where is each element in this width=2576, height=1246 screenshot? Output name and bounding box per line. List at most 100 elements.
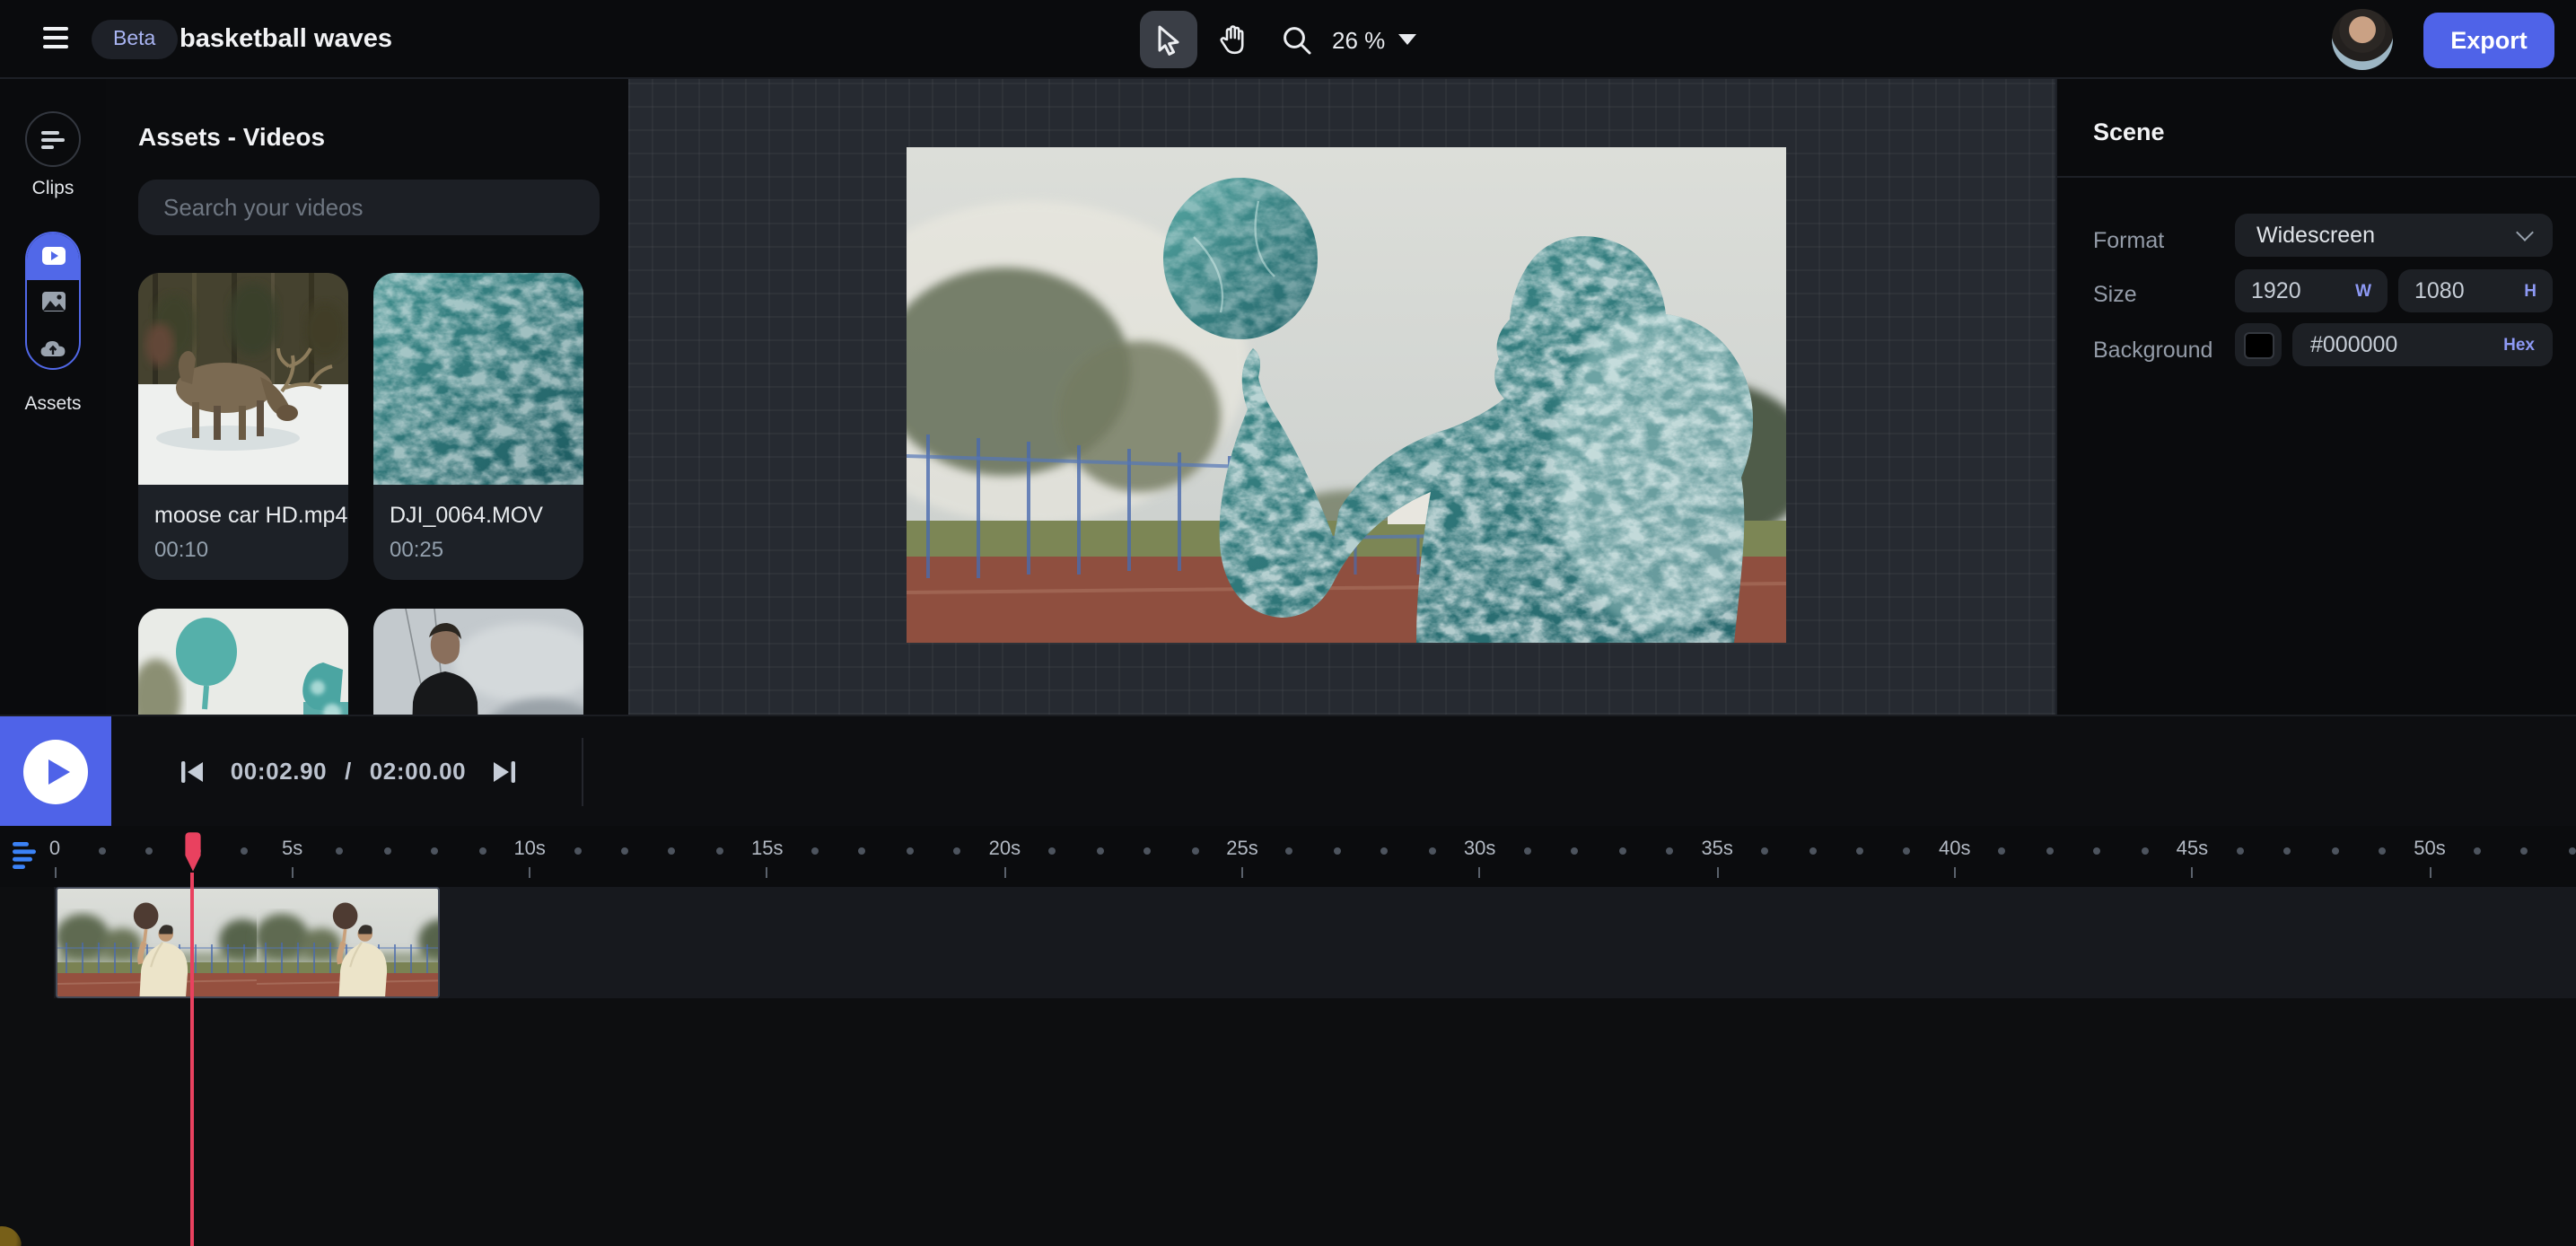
video-asset-card[interactable] bbox=[138, 609, 348, 715]
timeline-ruler[interactable]: 05s10s15s20s25s30s35s40s45s50s bbox=[0, 826, 2576, 887]
ruler-second-dot bbox=[2474, 847, 2481, 855]
video-thumbnail-moose bbox=[138, 273, 348, 485]
skip-start-icon bbox=[180, 759, 205, 785]
ruler-tick-label: 35s bbox=[1701, 838, 1733, 860]
current-time: 00:02.90 bbox=[231, 758, 327, 785]
format-value: Widescreen bbox=[2256, 223, 2519, 248]
ruler-second-dot bbox=[2569, 847, 2576, 855]
video-thumbnail-hoodie-man bbox=[373, 609, 583, 715]
width-field[interactable]: W bbox=[2235, 269, 2388, 312]
assets-label: Assets bbox=[0, 393, 106, 415]
beta-badge: Beta bbox=[92, 20, 177, 59]
video-asset-card[interactable]: DJI_0064.MOV 00:25 bbox=[373, 273, 583, 580]
video-preview-frame[interactable] bbox=[907, 147, 1786, 643]
search-input[interactable] bbox=[138, 180, 600, 235]
ruler-tick-label: 45s bbox=[2177, 838, 2209, 860]
menu-icon[interactable] bbox=[43, 27, 68, 52]
height-input[interactable] bbox=[2414, 278, 2524, 303]
video-name: moose car HD.mp4 bbox=[154, 503, 332, 528]
ruler-tick-mark bbox=[292, 867, 294, 878]
ruler-second-dot bbox=[478, 847, 486, 855]
width-input[interactable] bbox=[2251, 278, 2355, 303]
project-title[interactable]: basketball waves bbox=[180, 0, 392, 79]
play-button[interactable] bbox=[0, 716, 111, 828]
ruler-tick-label: 0 bbox=[49, 838, 60, 860]
assets-videos-tab[interactable] bbox=[27, 233, 79, 279]
scene-heading: Scene bbox=[2093, 118, 2165, 145]
video-asset-card[interactable] bbox=[373, 609, 583, 715]
ruler-tick-label: 25s bbox=[1226, 838, 1258, 860]
ruler-second-dot bbox=[431, 847, 438, 855]
ruler-second-dot bbox=[2046, 847, 2054, 855]
background-label: Background bbox=[2093, 338, 2212, 363]
ruler-tick-label: 50s bbox=[2414, 838, 2446, 860]
width-suffix: W bbox=[2355, 281, 2371, 301]
ruler-tick-label: 40s bbox=[1939, 838, 1971, 860]
ruler-second-dot bbox=[716, 847, 723, 855]
ruler-tick-mark bbox=[529, 867, 530, 878]
ruler-second-dot bbox=[1999, 847, 2006, 855]
left-rail: Clips As bbox=[0, 79, 106, 715]
ruler-tick-mark bbox=[54, 867, 56, 878]
ruler-second-dot bbox=[1191, 847, 1198, 855]
cloud-upload-icon bbox=[39, 338, 66, 358]
user-avatar[interactable] bbox=[2332, 9, 2393, 70]
tracks-icon[interactable] bbox=[11, 840, 39, 873]
divider bbox=[582, 738, 583, 806]
ruler-second-dot bbox=[1618, 847, 1625, 855]
assets-panel-heading: Assets - Videos bbox=[138, 122, 325, 151]
select-tool-button[interactable] bbox=[1140, 11, 1197, 68]
ruler-second-dot bbox=[1286, 847, 1293, 855]
zoom-level-dropdown[interactable]: 26 % bbox=[1332, 11, 1415, 68]
ruler-tick-mark bbox=[2191, 867, 2193, 878]
clips-icon bbox=[39, 128, 66, 150]
ruler-tick-mark bbox=[1003, 867, 1005, 878]
export-button[interactable]: Export bbox=[2423, 13, 2554, 68]
ruler-tick-label: 5s bbox=[282, 838, 302, 860]
ruler-second-dot bbox=[1856, 847, 1863, 855]
video-thumbnail-cutout bbox=[138, 609, 348, 715]
ruler-second-dot bbox=[621, 847, 628, 855]
background-color-swatch[interactable] bbox=[2235, 323, 2282, 366]
clip-basketball-court[interactable] bbox=[56, 887, 440, 998]
ruler-tick-mark bbox=[767, 867, 768, 878]
skip-to-start-button[interactable] bbox=[174, 754, 210, 790]
ruler-tick-mark bbox=[1479, 867, 1481, 878]
composited-video bbox=[907, 147, 1786, 643]
playhead-handle[interactable] bbox=[182, 831, 202, 873]
video-asset-card[interactable]: moose car HD.mp4 00:10 bbox=[138, 273, 348, 580]
skip-end-icon bbox=[492, 759, 517, 785]
canvas-area[interactable] bbox=[628, 79, 2055, 715]
chevron-down-icon bbox=[2516, 224, 2534, 241]
zoom-level-value: 26 % bbox=[1332, 26, 1385, 53]
zoom-tool-button[interactable] bbox=[1267, 11, 1325, 68]
ruler-second-dot bbox=[1809, 847, 1816, 855]
hex-input[interactable] bbox=[2310, 332, 2503, 357]
scene-panel: Scene Format Widescreen Size W H Backgro… bbox=[2055, 79, 2576, 715]
video-thumbnail-waves bbox=[373, 273, 583, 485]
sidebar-item-clips[interactable]: Clips bbox=[25, 111, 81, 199]
ruler-second-dot bbox=[2521, 847, 2528, 855]
assets-uploads-tab[interactable] bbox=[27, 325, 79, 370]
ruler-second-dot bbox=[2331, 847, 2338, 855]
height-suffix: H bbox=[2524, 281, 2537, 301]
height-field[interactable]: H bbox=[2398, 269, 2553, 312]
ruler-second-dot bbox=[953, 847, 960, 855]
background-hex-field[interactable]: Hex bbox=[2292, 323, 2553, 366]
pan-tool-button[interactable] bbox=[1203, 11, 1260, 68]
assets-images-tab[interactable] bbox=[27, 279, 79, 325]
skip-to-end-button[interactable] bbox=[486, 754, 522, 790]
caret-down-icon bbox=[1398, 34, 1415, 45]
format-select[interactable]: Widescreen bbox=[2235, 214, 2553, 257]
video-name: DJI_0064.MOV bbox=[390, 503, 567, 528]
total-time: 02:00.00 bbox=[370, 758, 466, 785]
ruler-tick-label: 15s bbox=[751, 838, 784, 860]
assets-panel: Assets - Videos bbox=[106, 79, 628, 715]
ruler-second-dot bbox=[1571, 847, 1578, 855]
video-duration: 00:10 bbox=[154, 537, 332, 562]
ruler-tick-label: 30s bbox=[1464, 838, 1496, 860]
ruler-second-dot bbox=[1524, 847, 1531, 855]
ruler-second-dot bbox=[1429, 847, 1436, 855]
format-label: Format bbox=[2093, 228, 2164, 253]
ruler-second-dot bbox=[1096, 847, 1103, 855]
